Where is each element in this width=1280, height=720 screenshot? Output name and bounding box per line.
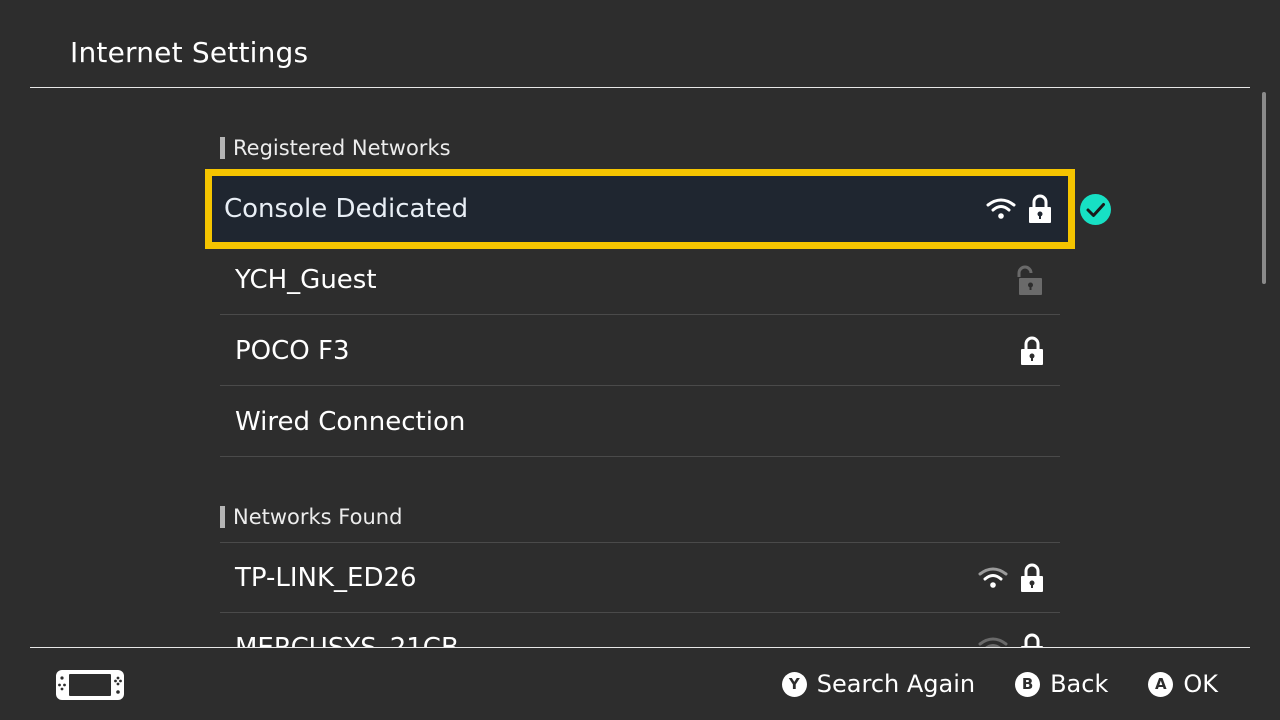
network-row-poco-f3[interactable]: POCO F3 <box>220 316 1060 386</box>
section-label: Networks Found <box>233 505 403 529</box>
page-title: Internet Settings <box>70 36 309 69</box>
network-status-icons <box>978 543 1044 613</box>
network-row-console-dedicated[interactable]: Console Dedicated <box>205 169 1075 249</box>
network-name: Wired Connection <box>235 407 466 437</box>
unlock-icon <box>1017 265 1042 295</box>
wifi-icon <box>978 637 1008 647</box>
network-status-icons <box>986 176 1052 242</box>
footer-bar: Y Search Again B Back A OK <box>0 648 1280 720</box>
wifi-icon <box>986 198 1016 219</box>
network-name: POCO F3 <box>235 336 350 366</box>
action-label: Search Again <box>816 670 976 698</box>
y-button-icon: Y <box>781 671 807 697</box>
search-again-button[interactable]: Y Search Again <box>781 670 976 698</box>
section-marker <box>220 506 225 528</box>
registered-networks-header: Registered Networks <box>220 136 451 160</box>
network-row-ych-guest[interactable]: YCH_Guest <box>220 245 1060 315</box>
footer-actions: Y Search Again B Back A OK <box>781 648 1218 720</box>
action-label: Back <box>1050 670 1109 698</box>
networks-found-header: Networks Found <box>220 505 403 529</box>
lock-icon <box>1021 563 1043 592</box>
network-row-wired-connection[interactable]: Wired Connection <box>220 387 1060 457</box>
scrollbar[interactable] <box>1262 92 1266 284</box>
network-status-icons <box>978 613 1044 647</box>
network-name: Console Dedicated <box>224 194 469 224</box>
action-label: OK <box>1183 670 1218 698</box>
lock-icon <box>1029 194 1051 223</box>
internet-settings-screen: Internet Settings Registered Networks Co… <box>0 0 1280 720</box>
network-row-tp-link-ed26[interactable]: TP-LINK_ED26 <box>220 542 1060 613</box>
network-status-icons <box>1014 245 1044 315</box>
connected-check-icon <box>1080 194 1111 225</box>
network-status-icons <box>1020 316 1044 386</box>
lock-icon <box>1021 336 1043 365</box>
handheld-console-icon <box>56 670 124 700</box>
network-name: MERCUSYS_21CB <box>235 613 459 647</box>
wifi-icon <box>978 567 1008 588</box>
ok-button[interactable]: A OK <box>1148 670 1218 698</box>
back-button[interactable]: B Back <box>1015 670 1108 698</box>
network-name: TP-LINK_ED26 <box>235 563 417 593</box>
network-row-mercusys-21cb[interactable]: MERCUSYS_21CB <box>220 613 1060 647</box>
section-label: Registered Networks <box>233 136 451 160</box>
lock-icon <box>1021 633 1043 647</box>
a-button-icon: A <box>1148 671 1174 697</box>
network-list: Registered Networks Console Dedicated YC… <box>0 88 1280 647</box>
b-button-icon: B <box>1015 671 1041 697</box>
section-marker <box>220 137 225 159</box>
network-name: YCH_Guest <box>235 265 377 295</box>
